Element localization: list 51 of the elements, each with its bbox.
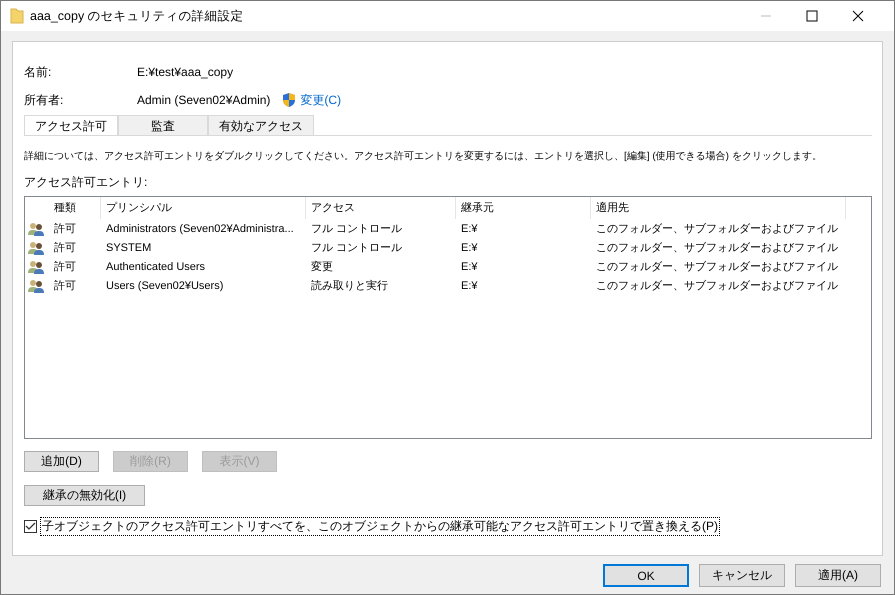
field-value: Admin (Seven02¥Admin) [137,93,270,107]
checkbox[interactable] [24,520,37,533]
table-cell-text: フル コントロール [310,222,404,236]
table-cell-text: Administrators (Seven02¥Administra... [105,222,295,234]
column-header[interactable]: アクセス [306,197,456,219]
window-title: aaa_copy のセキュリティの詳細設定 [30,8,244,24]
list-label: アクセス許可エントリ: [24,174,148,191]
column-header[interactable]: 適用先 [591,197,846,219]
table-cell-text: E:¥ [460,260,479,272]
column-header[interactable]: 継承元 [456,197,591,219]
table-cell-text: E:¥ [460,242,479,254]
field-label: 所有者: [24,92,64,108]
table-cell-text: 変更 [310,260,334,274]
table-cell-text: 読み取りと実行 [310,278,389,293]
change-owner-link[interactable]: 変更(C) [300,92,342,108]
field-value: E:¥test¥aaa_copy [137,65,234,79]
table-cell-text: 許可 [53,222,77,236]
table-cell-text: Users (Seven02¥Users) [105,280,224,292]
table-cell-text: このフォルダー、サブフォルダーおよびファイル [595,260,839,274]
users-icon [28,278,44,292]
table-cell-text: 許可 [53,241,77,255]
tab[interactable]: アクセス許可 [24,115,118,135]
dialog-button[interactable]: OK [603,564,689,587]
disable-inheritance-button[interactable]: 継承の無効化(I) [24,485,145,506]
table-cell-text: 許可 [53,260,77,274]
dialog-button[interactable]: 適用(A) [795,564,881,587]
table-cell-text: このフォルダー、サブフォルダーおよびファイル [595,278,839,293]
shield-icon [282,92,296,108]
description-text: 詳細については、アクセス許可エントリをダブルクリックしてください。アクセス許可エントリを変更するには、エントリを選択し、[編集] (使用できる場合) をクリックします。 [24,150,823,164]
table-cell-text: Authenticated Users [105,260,206,272]
tab[interactable]: 監査 [118,115,208,135]
field-label: 名前: [24,64,52,80]
table-cell-text: SYSTEM [105,242,152,254]
column-header[interactable]: 種類 [49,197,101,219]
table-cell-text: E:¥ [460,222,479,234]
tab[interactable]: 有効なアクセス [208,115,314,135]
maximize-icon[interactable] [806,10,818,22]
entry-button[interactable]: 追加(D) [24,451,99,472]
table-cell-text: フル コントロール [310,241,404,255]
close-icon[interactable] [852,10,864,22]
column-header[interactable]: プリンシパル [101,197,306,219]
table-cell-text: このフォルダー、サブフォルダーおよびファイル [595,240,839,255]
users-icon [28,240,44,254]
users-icon [28,260,44,274]
table-cell-text: 許可 [53,279,77,293]
checkbox-label[interactable]: 子オブジェクトのアクセス許可エントリすべてを、このオブジェクトからの継承可能なアクセス許可エントリで置き換える(P) [40,517,720,536]
dialog-button[interactable]: キャンセル [699,564,785,587]
table-cell-text: このフォルダー、サブフォルダーおよびファイル [595,222,839,236]
users-icon [28,222,44,236]
table-cell-text: E:¥ [460,280,479,292]
folder-icon [10,8,24,24]
